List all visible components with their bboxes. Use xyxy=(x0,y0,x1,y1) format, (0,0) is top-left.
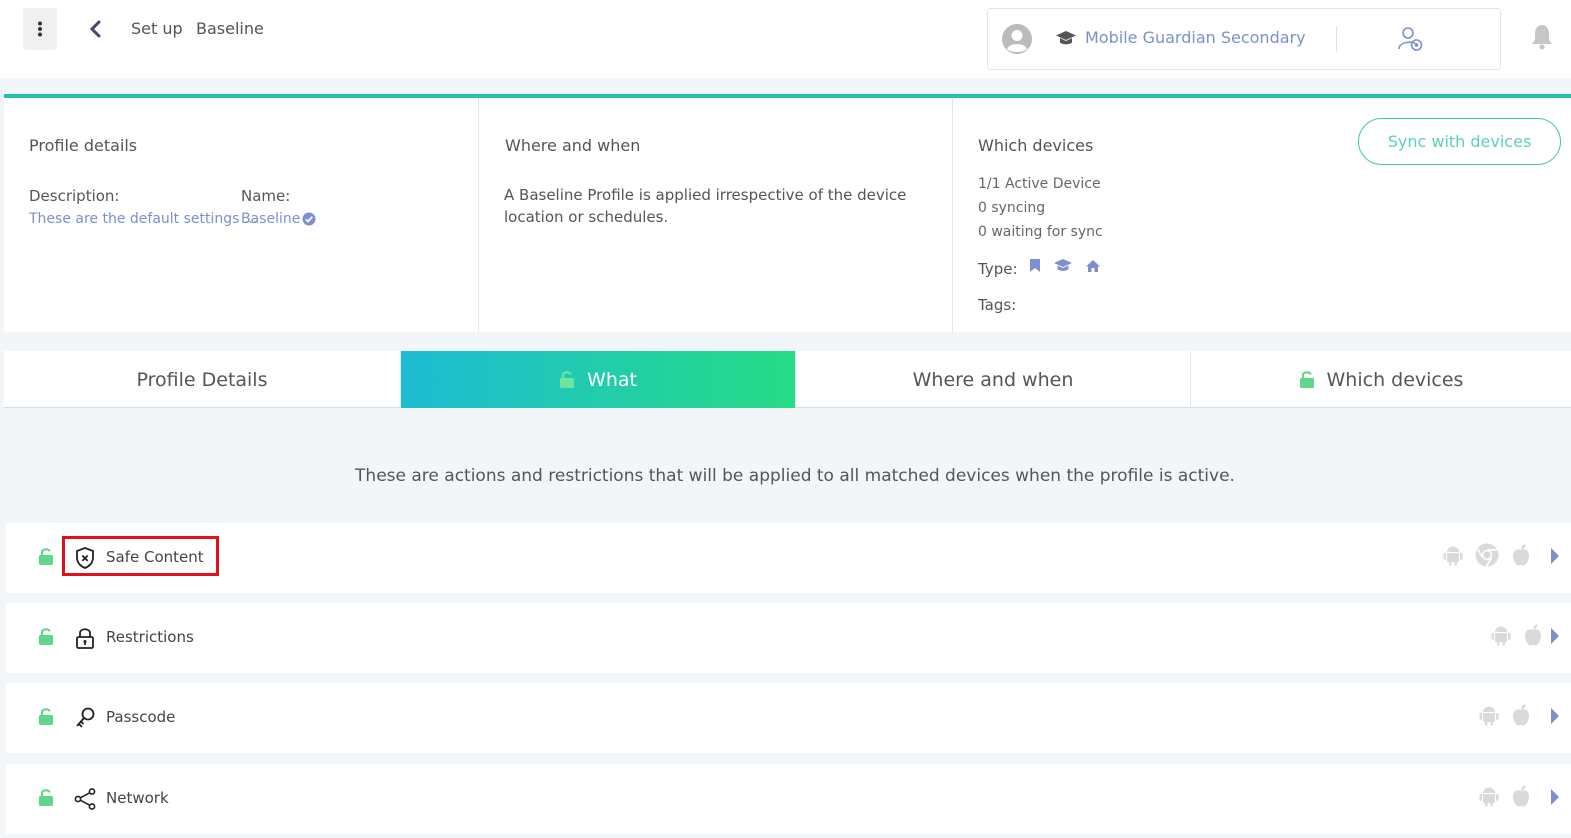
divider xyxy=(1336,26,1337,52)
apple-icon xyxy=(1513,785,1529,807)
profile-summary-panel: Profile details Description: These are t… xyxy=(4,94,1571,332)
list-item-safe-content[interactable]: Safe Content xyxy=(6,523,1571,593)
tab-what[interactable]: What xyxy=(401,351,796,408)
back-button[interactable] xyxy=(84,16,106,42)
organization-name: Mobile Guardian Secondary xyxy=(1085,28,1306,47)
user-settings-icon[interactable] xyxy=(1397,25,1425,53)
account-switcher[interactable]: Mobile Guardian Secondary xyxy=(987,8,1501,70)
android-icon xyxy=(1491,626,1511,646)
platform-icons xyxy=(1479,703,1531,727)
row-label: Passcode xyxy=(106,708,176,726)
android-icon xyxy=(1479,706,1499,726)
apple-icon xyxy=(1513,704,1529,726)
row-label: Network xyxy=(106,789,169,807)
verified-check-icon xyxy=(302,212,316,226)
name-label: Name: xyxy=(241,187,291,205)
row-label: Safe Content xyxy=(106,548,204,566)
unlocked-icon[interactable] xyxy=(38,547,54,566)
description-label: Description: xyxy=(29,187,120,205)
home-icon xyxy=(1086,259,1100,272)
where-when-column: Where and when A Baseline Profile is app… xyxy=(479,98,953,332)
shield-x-icon xyxy=(76,547,94,569)
breadcrumb-setup[interactable]: Set up xyxy=(131,19,183,38)
tab-label: Where and when xyxy=(912,368,1074,391)
waiting-sync-count: 0 waiting for sync xyxy=(978,224,1103,240)
caret-right-icon[interactable] xyxy=(1550,627,1560,645)
active-device-count: 1/1 Active Device xyxy=(978,176,1101,192)
tags-label: Tags: xyxy=(978,296,1017,314)
platform-icons xyxy=(1443,543,1531,567)
more-menu-button[interactable] xyxy=(23,8,57,50)
tab-profile-details[interactable]: Profile Details xyxy=(4,351,401,408)
chrome-icon xyxy=(1475,543,1499,567)
intro-text: These are actions and restrictions that … xyxy=(355,466,1235,486)
top-bar: Set up Baseline Mobile Guardian Secondar… xyxy=(0,0,1571,78)
graduation-cap-icon xyxy=(1054,259,1072,271)
unlocked-icon xyxy=(1299,371,1314,388)
profile-details-column: Profile details Description: These are t… xyxy=(4,98,479,332)
which-devices-column: Which devices Sync with devices 1/1 Acti… xyxy=(953,98,1571,332)
type-label: Type: xyxy=(978,260,1018,278)
tab-label: Which devices xyxy=(1326,368,1464,391)
row-label: Restrictions xyxy=(106,628,194,646)
share-network-icon xyxy=(74,788,96,810)
tab-where-and-when[interactable]: Where and when xyxy=(796,351,1191,408)
apple-icon xyxy=(1513,544,1529,566)
sync-with-devices-button[interactable]: Sync with devices xyxy=(1358,118,1561,165)
platform-icons xyxy=(1479,784,1531,808)
breadcrumb-current: Baseline xyxy=(196,19,264,38)
android-icon xyxy=(1443,546,1463,566)
apple-icon xyxy=(1525,624,1541,646)
platform-icons xyxy=(1491,623,1543,647)
tab-label: Profile Details xyxy=(136,368,268,391)
vertical-dots-icon xyxy=(38,21,42,37)
bell-icon[interactable] xyxy=(1529,22,1555,50)
unlocked-icon[interactable] xyxy=(38,627,54,646)
unlocked-icon xyxy=(560,371,575,388)
syncing-count: 0 syncing xyxy=(978,200,1046,216)
graduation-cap-icon xyxy=(1056,31,1076,45)
profile-details-title: Profile details xyxy=(29,136,138,155)
list-item-passcode[interactable]: Passcode xyxy=(6,683,1571,753)
which-devices-title: Which devices xyxy=(978,136,1094,155)
bookmark-icon xyxy=(1030,259,1040,272)
description-value: These are the default settings ... xyxy=(29,211,258,227)
caret-right-icon[interactable] xyxy=(1550,707,1560,725)
unlocked-icon[interactable] xyxy=(38,788,54,807)
caret-right-icon[interactable] xyxy=(1550,547,1560,565)
avatar-icon xyxy=(1002,24,1032,54)
key-icon xyxy=(76,707,95,728)
tab-which-devices[interactable]: Which devices xyxy=(1191,351,1571,408)
profile-tabs: Profile Details What Where and when Whic… xyxy=(4,351,1571,408)
unlocked-icon[interactable] xyxy=(38,707,54,726)
tab-label: What xyxy=(587,368,637,391)
android-icon xyxy=(1479,787,1499,807)
where-when-text: A Baseline Profile is applied irrespecti… xyxy=(504,186,907,226)
padlock-icon xyxy=(76,628,94,649)
where-when-title: Where and when xyxy=(505,136,641,155)
type-icons xyxy=(1029,258,1101,273)
list-item-network[interactable]: Network xyxy=(6,764,1571,834)
caret-right-icon[interactable] xyxy=(1550,788,1560,806)
list-item-restrictions[interactable]: Restrictions xyxy=(6,603,1571,673)
chevron-left-icon xyxy=(89,20,101,38)
name-value: Baseline xyxy=(241,211,301,227)
